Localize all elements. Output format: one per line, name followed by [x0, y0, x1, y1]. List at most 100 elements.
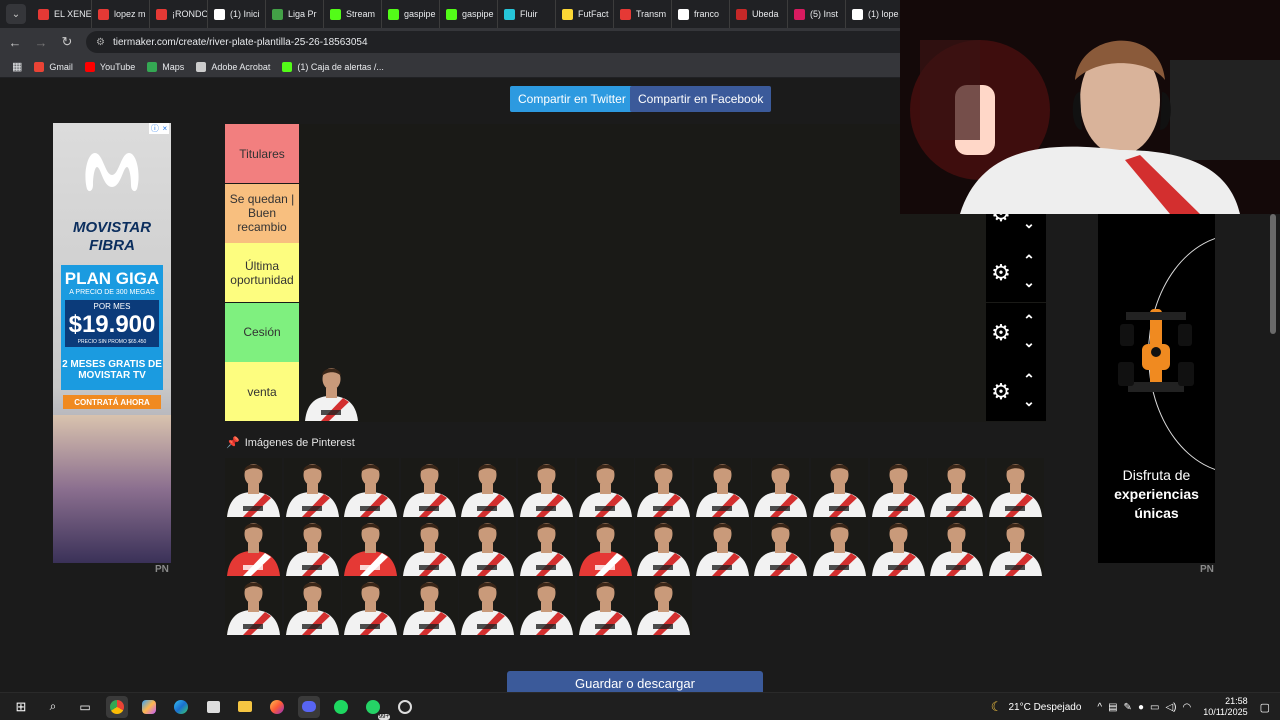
tier-label[interactable]: Titulares	[225, 124, 299, 183]
player-image[interactable]	[635, 458, 693, 517]
gear-icon[interactable]: ⚙	[990, 321, 1012, 344]
mic-icon[interactable]: ●	[1138, 702, 1144, 713]
bookmark-item[interactable]: Maps	[147, 61, 184, 72]
share-facebook-button[interactable]: Compartir en Facebook	[630, 86, 772, 112]
notifications-icon[interactable]: ▢	[1260, 701, 1270, 714]
player-image[interactable]	[811, 517, 868, 576]
browser-tab[interactable]: (1) lope	[846, 0, 904, 28]
player-image[interactable]	[342, 517, 400, 576]
chevron-down-icon[interactable]: ⌄	[1020, 394, 1038, 408]
firefox-icon[interactable]	[266, 696, 288, 718]
gear-icon[interactable]: ⚙	[990, 262, 1012, 284]
share-twitter-button[interactable]: Compartir en Twitter	[510, 86, 634, 112]
browser-tab[interactable]: Liga Pr	[266, 0, 324, 28]
tier-drop-zone[interactable]	[299, 124, 986, 183]
edge-icon[interactable]	[170, 696, 192, 718]
browser-tab[interactable]: franco	[672, 0, 730, 28]
player-image[interactable]	[635, 576, 693, 635]
weather-text[interactable]: 21°C Despejado	[1008, 702, 1081, 713]
browser-tab[interactable]: lopez m	[92, 0, 150, 28]
wifi-icon[interactable]: ◠	[1182, 702, 1191, 713]
chrome-icon[interactable]	[106, 695, 128, 718]
player-image[interactable]	[752, 517, 810, 576]
chevron-down-icon[interactable]: ⌄	[1020, 216, 1038, 230]
player-image[interactable]	[518, 576, 575, 635]
player-image[interactable]	[225, 517, 282, 576]
whatsapp-icon[interactable]: 99+	[362, 696, 390, 720]
player-image[interactable]	[518, 517, 575, 576]
site-info-icon[interactable]: ⚙	[96, 37, 105, 48]
browser-tab[interactable]: Stream	[324, 0, 382, 28]
address-bar[interactable]: ⚙ tiermaker.com/create/river-plate-plant…	[86, 31, 966, 53]
volume-icon[interactable]: ◁)	[1165, 702, 1176, 713]
page-scrollbar[interactable]	[1270, 214, 1276, 334]
ad-info-icon[interactable]: ⓘ ×	[149, 123, 169, 134]
forward-icon[interactable]: →	[30, 35, 52, 50]
player-image[interactable]	[928, 458, 986, 517]
tier-label[interactable]: Última oportunidad	[225, 243, 299, 302]
tier-drop-zone[interactable]	[299, 183, 986, 243]
browser-tab[interactable]: Ubeda	[730, 0, 788, 28]
search-icon[interactable]: ⌕	[42, 696, 64, 718]
copilot-icon[interactable]	[138, 696, 160, 718]
tier-drop-zone[interactable]	[299, 362, 986, 421]
task-view-icon[interactable]: ▭	[74, 696, 96, 718]
player-image[interactable]	[400, 576, 458, 635]
player-image[interactable]	[225, 576, 282, 635]
chevron-up-icon[interactable]: ⌃	[1020, 372, 1038, 386]
bookmark-item[interactable]: Gmail	[34, 61, 73, 72]
player-image[interactable]	[693, 517, 751, 576]
player-image[interactable]	[576, 576, 634, 635]
player-image[interactable]	[869, 517, 927, 576]
player-image[interactable]	[869, 458, 927, 517]
player-image[interactable]	[576, 458, 634, 517]
discord-icon[interactable]	[298, 695, 320, 718]
browser-tab[interactable]: gaspipe	[440, 0, 498, 28]
player-image[interactable]	[459, 517, 517, 576]
bookmark-item[interactable]: (1) Caja de alertas /...	[282, 61, 384, 72]
player-image[interactable]	[811, 458, 868, 517]
chevron-up-icon[interactable]: ⌃	[1020, 253, 1038, 267]
store-icon[interactable]	[202, 696, 224, 718]
player-image[interactable]	[342, 576, 400, 635]
tier-drop-zone[interactable]	[299, 302, 986, 362]
clock[interactable]: 21:58 10/11/2025	[1203, 696, 1247, 718]
bookmark-item[interactable]: Adobe Acrobat	[196, 61, 270, 72]
gear-icon[interactable]: ⚙	[990, 381, 1012, 403]
player-image[interactable]	[518, 458, 575, 517]
browser-tab[interactable]: (1) Inici	[208, 0, 266, 28]
pen-icon[interactable]: ✎	[1124, 702, 1132, 713]
chevron-down-icon[interactable]: ⌄	[1020, 275, 1038, 289]
player-image[interactable]	[576, 517, 634, 576]
player-image[interactable]	[283, 517, 341, 576]
player-image[interactable]	[635, 517, 693, 576]
player-image[interactable]	[986, 458, 1044, 517]
obs-icon[interactable]	[394, 696, 416, 718]
browser-tab[interactable]: EL XENE	[32, 0, 92, 28]
chevron-up-icon[interactable]: ⌃	[1020, 313, 1038, 327]
browser-tab[interactable]: FutFact	[556, 0, 614, 28]
player-image[interactable]	[986, 517, 1044, 576]
file-explorer-icon[interactable]	[234, 696, 256, 718]
network-icon[interactable]: ▤	[1108, 702, 1117, 713]
player-image[interactable]	[459, 458, 517, 517]
browser-tab[interactable]: ¡RONDO	[150, 0, 208, 28]
ad-banner-left[interactable]: ⓘ × MOVISTAR FIBRA PLAN GIGA A PRECIO DE …	[53, 123, 171, 563]
battery-icon[interactable]: ▭	[1150, 702, 1159, 713]
apps-icon[interactable]: ▦	[12, 60, 22, 73]
player-image[interactable]	[303, 362, 360, 421]
player-image[interactable]	[693, 458, 751, 517]
spotify-icon[interactable]	[330, 696, 352, 718]
player-image[interactable]	[459, 576, 517, 635]
ad-cta-button[interactable]: CONTRATÁ AHORA	[63, 395, 161, 409]
chevron-down-icon[interactable]: ⌄	[1020, 335, 1038, 349]
browser-tab[interactable]: gaspipe	[382, 0, 440, 28]
tier-label[interactable]: Cesión	[225, 302, 299, 362]
browser-tab[interactable]: (5) Inst	[788, 0, 846, 28]
tier-label[interactable]: venta	[225, 362, 299, 421]
bookmark-item[interactable]: YouTube	[84, 61, 135, 72]
player-image[interactable]	[928, 517, 986, 576]
windows-start-icon[interactable]: ⊞	[10, 696, 32, 718]
player-image[interactable]	[400, 517, 458, 576]
tray-chevron-up-icon[interactable]: ^	[1097, 702, 1102, 713]
